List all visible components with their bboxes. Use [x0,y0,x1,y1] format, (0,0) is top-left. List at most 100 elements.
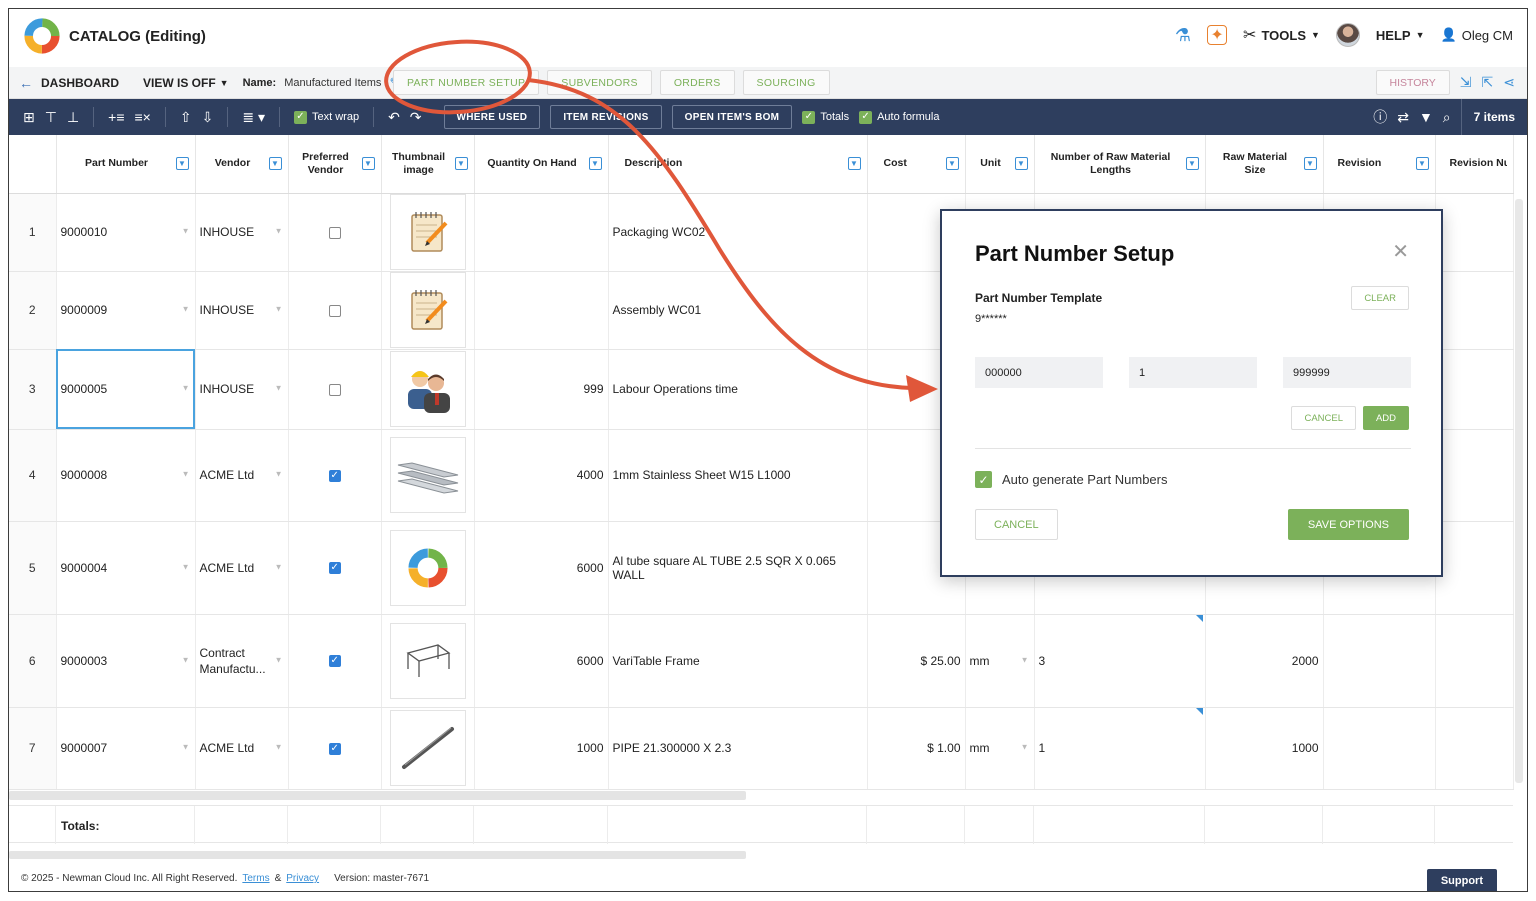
notepad-thumbnail-icon[interactable] [389,194,466,270]
history-button[interactable]: HISTORY [1375,70,1450,95]
quantity-cell[interactable]: 4000 [474,429,609,522]
thumbnail-cell[interactable] [381,521,475,615]
quantity-cell[interactable]: 1000 [474,707,609,790]
dropdown-caret-icon[interactable]: ▼ [275,305,283,314]
thumbnail-cell[interactable] [381,271,475,350]
move-up-icon[interactable]: ⇧ [180,109,192,126]
column-header[interactable]: Vendor ▼ [195,135,289,194]
part-number-cell[interactable]: 9000009 ▼ [56,271,196,350]
column-header[interactable]: Revision Nur [1435,135,1514,194]
table-row[interactable]: 69000003 ▼ Contract Manufactu... ▼ 6000VariT… [9,614,1514,708]
table-layout-icon[interactable]: ⊞ [23,109,35,126]
vendor-cell[interactable]: INHOUSE ▼ [195,271,289,350]
table-row[interactable]: 79000007▼ACME Ltd▼1000PIPE 21.300000 X 2… [9,707,1514,790]
raw-material-lengths-cell[interactable]: 1 [1034,707,1206,790]
part-number-cell[interactable]: 9000004 ▼ [56,521,196,615]
export-icon[interactable]: ⇱ [1482,74,1494,91]
quantity-cell[interactable] [474,193,609,272]
dropdown-caret-icon[interactable]: ▼ [182,384,190,393]
add-row-icon[interactable]: +≡ [108,109,124,125]
tree-icon[interactable]: ⊥ [67,109,79,126]
dropdown-caret-icon[interactable]: ▼ [275,562,283,571]
column-filter-icon[interactable]: ▼ [1303,157,1317,170]
thumbnail-cell[interactable] [381,349,475,430]
dropdown-caret-icon[interactable]: ▼ [182,743,190,752]
clear-button[interactable]: CLEAR [1351,286,1409,310]
totals-scrollbar[interactable] [9,851,746,859]
column-header[interactable]: Description ▼ [608,135,868,194]
part-number-cell[interactable]: 9000003 ▼ [56,614,196,708]
description-cell[interactable]: 1mm Stainless Sheet W15 L1000 [608,429,868,522]
vendor-cell[interactable]: INHOUSE ▼ [195,349,289,430]
import-icon[interactable]: ⇲ [1460,74,1472,91]
dropdown-caret-icon[interactable]: ▼ [275,470,283,479]
revision-number-cell[interactable] [1435,429,1514,522]
preferred-vendor-checkbox[interactable] [328,655,341,668]
tab-subvendors[interactable]: SUBVENDORS [547,70,652,95]
description-cell[interactable]: Packaging WC02 [608,193,868,272]
column-filter-icon[interactable]: ▼ [1415,157,1429,170]
dropdown-caret-icon[interactable]: ▼ [275,743,283,752]
quantity-cell[interactable] [474,271,609,350]
notepad-thumbnail-icon[interactable] [389,272,466,348]
support-button[interactable]: Support [1426,869,1497,891]
raw-material-size-cell[interactable]: 1000 [1205,707,1324,790]
column-header[interactable]: Preferred Vendor ▼ [288,135,382,194]
preferred-vendor-cell[interactable] [288,271,382,350]
description-cell[interactable]: PIPE 21.300000 X 2.3 [608,707,868,790]
description-cell[interactable]: Al tube square AL TUBE 2.5 SQR X 0.065 W… [608,521,868,615]
tab-orders[interactable]: ORDERS [659,70,735,95]
redo-icon[interactable]: ↷ [410,109,422,126]
preferred-vendor-cell[interactable] [288,614,382,708]
thumbnail-cell[interactable] [381,614,475,708]
column-header[interactable]: Revision ▼ [1323,135,1436,194]
close-icon[interactable]: ✕ [1392,239,1409,264]
revision-cell[interactable] [1323,707,1436,790]
share-icon[interactable]: ⋖ [1503,74,1515,91]
horizontal-scrollbar[interactable] [9,791,746,800]
auto-formula-toggle[interactable]: ✓ Auto formula [859,110,939,124]
revision-number-cell[interactable] [1435,614,1514,708]
vendor-cell[interactable]: INHOUSE ▼ [195,193,289,272]
preferred-vendor-cell[interactable] [288,521,382,615]
thumbnail-cell[interactable] [381,429,475,522]
column-header[interactable]: Cost ▼ [867,135,966,194]
cancel-segment-button[interactable]: CANCEL [1291,406,1356,430]
dropdown-caret-icon[interactable]: ▼ [182,470,190,479]
preferred-vendor-cell[interactable] [288,193,382,272]
sheets-thumbnail-icon[interactable] [389,437,466,513]
column-header[interactable]: Quantity On Hand ▼ [474,135,609,194]
description-cell[interactable]: Assembly WC01 [608,271,868,350]
preferred-vendor-cell[interactable] [288,707,382,790]
align-icon[interactable]: ≣ ▾ [242,109,265,126]
step-input[interactable] [1129,357,1257,388]
dropdown-caret-icon[interactable]: ▼ [275,384,283,393]
dropdown-caret-icon[interactable]: ▼ [1021,655,1029,664]
dropdown-caret-icon[interactable]: ▼ [182,655,190,664]
dropdown-caret-icon[interactable]: ▼ [182,305,190,314]
thumbnail-cell[interactable] [381,707,475,790]
revision-number-cell[interactable] [1435,271,1514,350]
logo-thumbnail-icon[interactable] [389,529,466,606]
user-menu[interactable]: 👤 Oleg CM [1441,27,1513,43]
column-filter-icon[interactable]: ▼ [454,157,468,170]
help-menu[interactable]: HELP ▼ [1376,28,1425,43]
quantity-cell[interactable]: 6000 [474,614,609,708]
dashboard-link[interactable]: DASHBOARD [41,76,119,90]
totals-toggle[interactable]: ✓ Totals [802,110,849,124]
preferred-vendor-checkbox[interactable] [328,304,341,317]
dropdown-caret-icon[interactable]: ▼ [1021,743,1029,752]
hierarchy-icon[interactable]: ⊤ [45,109,57,126]
app-logo-icon[interactable] [23,17,61,55]
save-options-button[interactable]: SAVE OPTIONS [1287,509,1409,540]
raw-material-size-cell[interactable]: 2000 [1205,614,1324,708]
pipe-thumbnail-icon[interactable] [389,710,466,786]
column-header[interactable]: Number of Raw Material Lengths ▼ [1034,135,1206,194]
undo-icon[interactable]: ↶ [388,109,400,126]
part-number-cell[interactable]: 9000010 ▼ [56,193,196,272]
part-number-cell[interactable]: 9000005 ▼ [56,349,196,430]
cost-cell[interactable]: $ 25.00 [867,614,966,708]
description-cell[interactable]: Labour Operations time [608,349,868,430]
view-toggle[interactable]: VIEW IS OFF ▼ [143,76,229,90]
part-number-cell[interactable]: 9000007 ▼ [56,707,196,790]
